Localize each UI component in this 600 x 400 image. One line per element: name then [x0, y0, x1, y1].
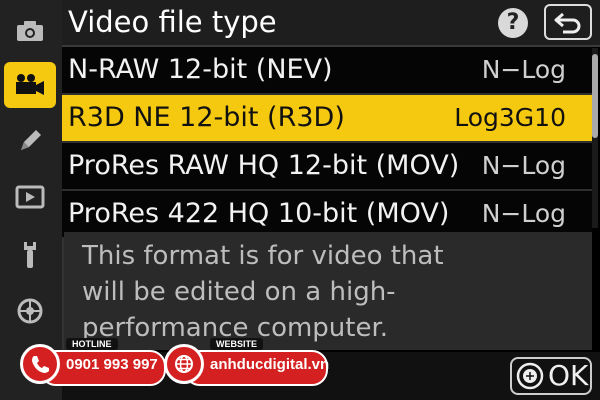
globe-icon	[164, 344, 204, 384]
item-gamma: N−Log	[481, 199, 566, 228]
menu-header: Video file type ?	[62, 0, 600, 47]
website-url: anhducdigital.vn	[210, 356, 330, 373]
description-line: performance computer.	[82, 313, 389, 343]
camera-icon[interactable]	[0, 8, 60, 54]
pencil-icon[interactable]	[0, 118, 60, 164]
item-name: R3D NE 12-bit (R3D)	[68, 102, 345, 133]
hotline-number: 0901 993 997	[66, 356, 158, 373]
playback-icon[interactable]	[0, 174, 60, 220]
scrollbar[interactable]	[592, 48, 598, 228]
website-tag: WEBSITE	[210, 338, 264, 350]
list-item[interactable]: ProRes RAW HQ 12-bit (MOV) N−Log	[62, 143, 592, 191]
scroll-thumb[interactable]	[592, 54, 598, 138]
help-description: This format is for video that will be ed…	[64, 232, 592, 350]
item-name: ProRes RAW HQ 12-bit (MOV)	[68, 150, 460, 181]
list-item[interactable]: N-RAW 12-bit (NEV) N−Log	[62, 47, 592, 95]
item-gamma: Log3G10	[454, 103, 566, 132]
wrench-icon[interactable]	[0, 232, 60, 278]
help-button[interactable]: ?	[498, 8, 528, 38]
video-camera-icon[interactable]	[4, 62, 56, 108]
network-icon[interactable]	[0, 288, 60, 334]
description-line: This format is for video that	[82, 241, 444, 271]
item-name: ProRes 422 HQ 10-bit (MOV)	[68, 198, 450, 229]
multi-selector-icon	[516, 362, 544, 390]
item-gamma: N−Log	[481, 55, 566, 84]
item-name: N-RAW 12-bit (NEV)	[68, 54, 333, 85]
hotline-tag: HOTLINE	[66, 338, 118, 350]
description-line: will be edited on a high-	[82, 277, 396, 307]
item-gamma: N−Log	[481, 151, 566, 180]
back-arrow-icon	[554, 12, 581, 34]
menu-sidebar	[0, 0, 64, 400]
list-item-selected[interactable]: R3D NE 12-bit (R3D) Log3G10	[62, 95, 592, 143]
page-title: Video file type	[68, 5, 277, 39]
back-button[interactable]	[544, 4, 592, 40]
file-type-list: N-RAW 12-bit (NEV) N−Log R3D NE 12-bit (…	[62, 47, 592, 239]
ok-button[interactable]: OK	[510, 357, 592, 395]
phone-icon	[20, 344, 60, 384]
ok-label: OK	[548, 359, 589, 392]
